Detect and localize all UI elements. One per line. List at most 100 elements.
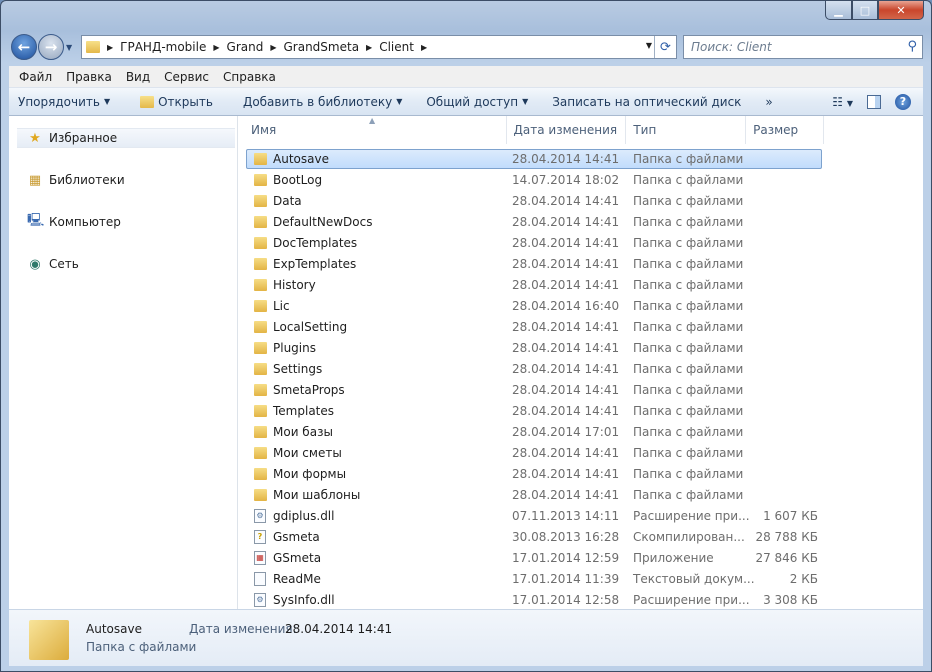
file-size: 2 КБ: [789, 572, 818, 586]
file-date: 28.04.2014 14:41: [512, 467, 620, 481]
sidebar-item-computer[interactable]: 🖳 Компьютер: [17, 212, 235, 232]
file-row[interactable]: SmetaProps 28.04.2014 14:41 Папка с файлам…: [246, 380, 822, 400]
file-type: Папка с файлами: [633, 173, 744, 187]
recent-pages-dropdown[interactable]: ▼: [66, 43, 72, 52]
file-name: Settings: [273, 362, 323, 376]
forward-button[interactable]: →: [38, 34, 64, 60]
column-name-label: Имя: [251, 123, 277, 137]
file-row[interactable]: ⚙ SysInfo.dll 17.01.2014 12:58 Расширение п…: [246, 590, 822, 610]
column-header-date[interactable]: Дата изменения: [507, 116, 627, 144]
file-row[interactable]: ⚙ gdiplus.dll 07.11.2013 14:11 Расширение п…: [246, 506, 822, 526]
search-input[interactable]: Поиск: Client ⚲: [683, 35, 923, 59]
folder-icon: [253, 216, 267, 228]
folder-icon: [253, 426, 267, 438]
help-icon[interactable]: ?: [895, 93, 911, 110]
file-row[interactable]: LocalSetting 28.04.2014 14:41 Папка с файл…: [246, 317, 822, 337]
file-type: Папка с файлами: [633, 257, 744, 271]
burn-button[interactable]: Записать на оптический диск: [543, 88, 750, 115]
refresh-button[interactable]: ⟳: [654, 36, 676, 58]
menu-tools[interactable]: Сервис: [164, 70, 209, 84]
file-name: Data: [273, 194, 302, 208]
file-date: 30.08.2013 16:28: [512, 530, 620, 544]
libraries-icon: ▦: [28, 172, 42, 188]
file-date: 28.04.2014 14:41: [512, 320, 620, 334]
column-header-type[interactable]: Тип: [626, 116, 747, 144]
close-button[interactable]: ✕: [878, 1, 924, 20]
file-name: SysInfo.dll: [273, 593, 335, 607]
crumb-grandsmeta[interactable]: GrandSmeta: [283, 40, 359, 54]
menu-view[interactable]: Вид: [126, 70, 150, 84]
view-options-icon[interactable]: ☷ ▼: [832, 95, 853, 109]
open-label: Открыть: [158, 94, 213, 109]
share-button[interactable]: Общий доступ ▼: [417, 88, 537, 115]
file-row[interactable]: Settings 28.04.2014 14:41 Папка с файлами: [246, 359, 822, 379]
file-row[interactable]: ReadMe 17.01.2014 11:39 Текстовый докум...…: [246, 569, 822, 589]
file-type: Расширение при...: [633, 593, 750, 607]
file-date: 28.04.2014 14:41: [512, 194, 620, 208]
column-header-name[interactable]: Имя ▲: [244, 116, 507, 144]
file-row[interactable]: Мои базы 28.04.2014 17:01 Папка с файлами: [246, 422, 822, 442]
sidebar-item-libraries[interactable]: ▦ Библиотеки: [17, 170, 235, 190]
file-row[interactable]: Templates 28.04.2014 14:41 Папка с файлами: [246, 401, 822, 421]
minimize-button[interactable]: ▁: [825, 1, 852, 20]
file-row[interactable]: ExpTemplates 28.04.2014 14:41 Папка с файл…: [246, 254, 822, 274]
maximize-button[interactable]: □: [852, 1, 878, 20]
file-row[interactable]: ▦ GSmeta 17.01.2014 12:59 Приложение 27 846 …: [246, 548, 822, 568]
folder-icon: [253, 174, 267, 186]
file-row[interactable]: BootLog 14.07.2014 18:02 Папка с файлами: [246, 170, 822, 190]
file-name: BootLog: [273, 173, 323, 187]
file-name: SmetaProps: [273, 383, 345, 397]
file-name: Мои сметы: [273, 446, 342, 460]
file-name: Мои базы: [273, 425, 333, 439]
file-date: 28.04.2014 14:41: [512, 341, 620, 355]
menu-edit[interactable]: Правка: [66, 70, 112, 84]
file-date: 28.04.2014 14:41: [512, 488, 620, 502]
back-button[interactable]: ←: [11, 34, 37, 60]
open-button[interactable]: Открыть: [131, 88, 222, 115]
file-row[interactable]: History 28.04.2014 14:41 Папка с файлами: [246, 275, 822, 295]
menu-file[interactable]: Файл: [19, 70, 52, 84]
preview-pane-icon[interactable]: [867, 94, 881, 109]
file-row[interactable]: Мои формы 28.04.2014 14:41 Папка с файлами: [246, 464, 822, 484]
folder-icon: [253, 342, 267, 354]
crumb-grand-mobile[interactable]: ГРАНД-mobile: [120, 40, 206, 54]
file-type: Папка с файлами: [633, 194, 744, 208]
file-name: DefaultNewDocs: [273, 215, 373, 229]
search-icon[interactable]: ⚲: [907, 39, 917, 54]
file-name: Мои шаблоны: [273, 488, 361, 502]
file-row[interactable]: Lic 28.04.2014 16:40 Папка с файлами: [246, 296, 822, 316]
address-bar[interactable]: ▶ ГРАНД-mobile ▶ Grand ▶ GrandSmeta ▶ Client…: [81, 35, 677, 59]
file-type: Папка с файлами: [633, 320, 744, 334]
file-row[interactable]: Plugins 28.04.2014 14:41 Папка с файлами: [246, 338, 822, 358]
command-bar: Упорядочить ▼ Открыть Добавить в библиоте…: [9, 88, 923, 116]
file-date: 14.07.2014 18:02: [512, 173, 620, 187]
file-type: Приложение: [633, 551, 714, 565]
address-dropdown[interactable]: ▼: [646, 41, 652, 50]
crumb-grand[interactable]: Grand: [227, 40, 264, 54]
menu-help[interactable]: Справка: [223, 70, 276, 84]
file-row[interactable]: Data 28.04.2014 14:41 Папка с файлами: [246, 191, 822, 211]
file-row[interactable]: DocTemplates 28.04.2014 14:41 Папка с файл…: [246, 233, 822, 253]
file-row[interactable]: DefaultNewDocs 28.04.2014 14:41 Папка с фа…: [246, 212, 822, 232]
file-name: History: [273, 278, 316, 292]
file-size: 27 846 КБ: [755, 551, 818, 565]
content-pane: ★ Избранное ▦ Библиотеки 🖳 Компьютер ◉ Сеть …: [9, 116, 923, 609]
file-row[interactable]: ? Gsmeta 30.08.2013 16:28 Скомпилирован... 2…: [246, 527, 822, 547]
more-button[interactable]: »: [756, 88, 781, 115]
sidebar-item-network[interactable]: ◉ Сеть: [17, 254, 235, 274]
file-name: Lic: [273, 299, 290, 313]
file-name: Plugins: [273, 341, 316, 355]
file-date: 28.04.2014 14:41: [512, 383, 620, 397]
column-header-size[interactable]: Размер: [746, 116, 824, 144]
navigation-pane: ★ Избранное ▦ Библиотеки 🖳 Компьютер ◉ Сеть: [9, 116, 238, 609]
folder-icon: [86, 41, 100, 53]
organize-button[interactable]: Упорядочить ▼: [9, 88, 119, 115]
file-row[interactable]: Мои сметы 28.04.2014 14:41 Папка с файлами: [246, 443, 822, 463]
crumb-client[interactable]: Client: [379, 40, 414, 54]
sidebar-item-favorites[interactable]: ★ Избранное: [17, 128, 235, 148]
add-library-button[interactable]: Добавить в библиотеку ▼: [234, 88, 411, 115]
file-row[interactable]: Autosave 28.04.2014 14:41 Папка с файлами: [246, 149, 822, 169]
file-row[interactable]: Мои шаблоны 28.04.2014 14:41 Папка с файла…: [246, 485, 822, 505]
file-type: Скомпилирован...: [633, 530, 745, 544]
column-size-label: Размер: [753, 123, 799, 137]
